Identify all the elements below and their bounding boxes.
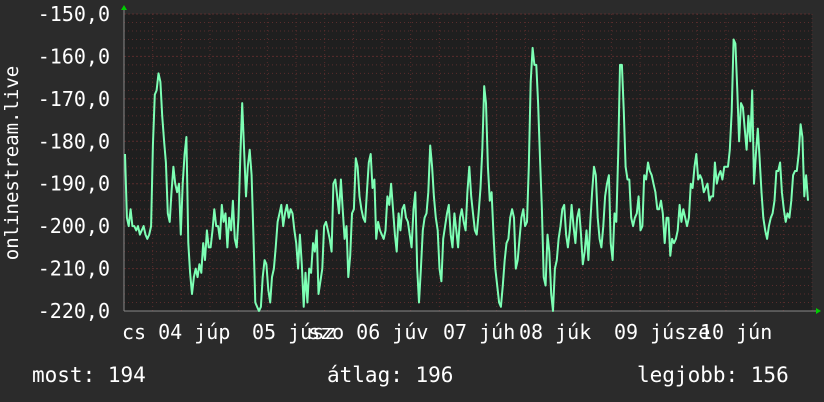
stats-footer: most: 194 átlag: 196 legjobb: 156	[0, 360, 824, 390]
x-tick-label: 08 júk	[519, 320, 591, 344]
y-tick-label: -200,0	[38, 214, 110, 238]
average-value-label: átlag: 196	[327, 363, 454, 387]
y-tick-label: -170,0	[38, 87, 110, 111]
x-axis-arrow	[816, 308, 821, 314]
x-tick-label: cs 04 júp	[122, 320, 230, 344]
chart-svg: -150,0 -160,0 -170,0 -180,0 -190,0 -200,0 -210…	[1, 2, 821, 344]
current-value-label: most: 194	[32, 363, 146, 387]
y-tick-label: -180,0	[38, 129, 110, 153]
best-value-label: legjobb: 156	[637, 363, 789, 387]
y-tick-label: -150,0	[38, 2, 110, 26]
y-tick-label: -220,0	[38, 299, 110, 323]
x-tick-label: 09 júsze	[614, 320, 710, 344]
y-tick-label: -160,0	[38, 44, 110, 68]
chart: -150,0 -160,0 -170,0 -180,0 -190,0 -200,0 -210…	[0, 0, 824, 402]
y-tick-label: -190,0	[38, 172, 110, 196]
x-tick-label: 07 júh	[443, 320, 515, 344]
y-tick-label: -210,0	[38, 257, 110, 281]
y-axis-arrow	[121, 5, 127, 10]
y-axis-label: onlinestream.live	[1, 66, 23, 260]
x-tick-label: szo 06 júv	[308, 320, 428, 344]
x-tick-label: 10 jún	[700, 320, 772, 344]
